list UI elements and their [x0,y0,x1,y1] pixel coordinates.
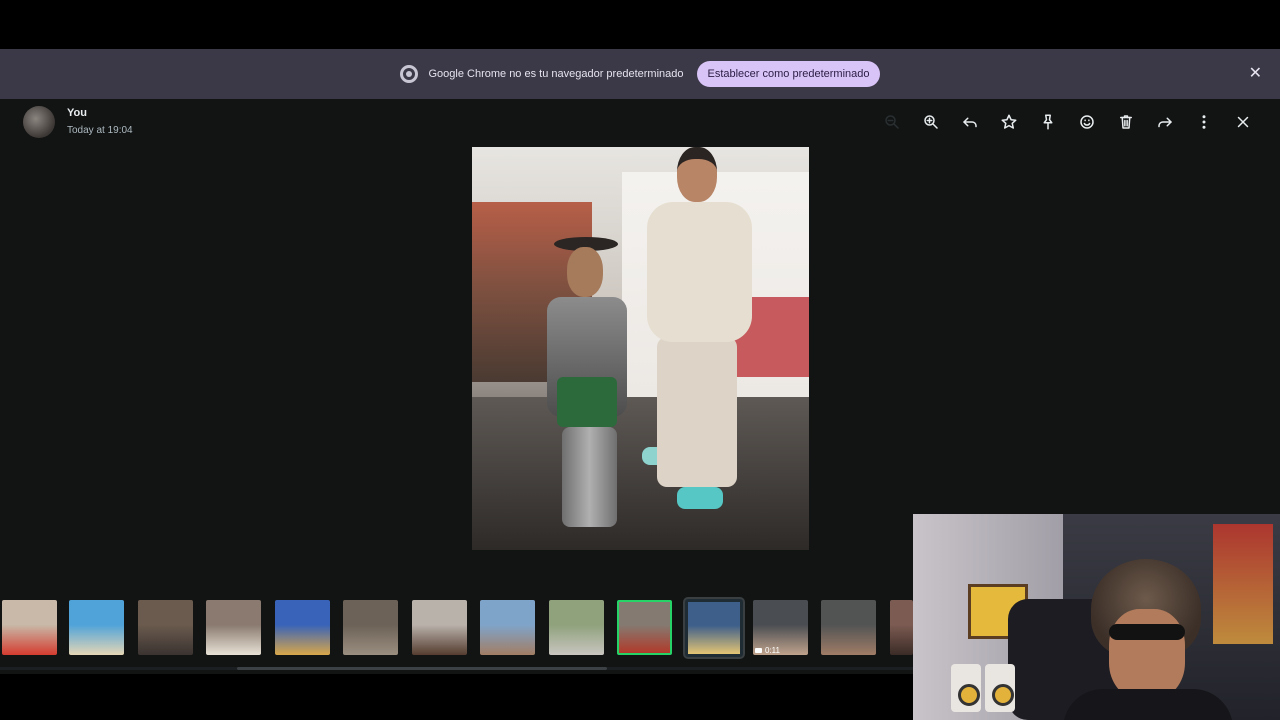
star-icon [1001,114,1016,129]
reply-button[interactable] [950,111,989,133]
message-timestamp: Today at 19:04 [67,125,133,136]
chrome-icon [400,65,419,83]
avatar[interactable] [23,106,55,138]
pin-icon [1043,114,1052,130]
thumbnail-image [275,600,330,655]
thumbnail-image [549,600,604,655]
media-thumbnail[interactable] [480,600,535,655]
forward-button[interactable] [1145,111,1184,133]
infobar-close-icon[interactable]: ✕ [1249,66,1262,82]
photo-statue [532,237,642,527]
media-thumbnail[interactable] [343,600,398,655]
thumbnail-image [412,600,467,655]
thumbnail-image [890,600,913,655]
thumbnail-scrollbar[interactable] [237,667,607,670]
thumbnail-image [138,600,193,655]
zoom-in-button[interactable] [911,111,950,133]
thumbnail-strip: 0:11 [0,589,913,669]
more-icon [1202,115,1205,129]
photo-person [632,147,762,527]
main-photo[interactable] [472,147,809,550]
media-thumbnail[interactable]: 0:11 [753,600,808,655]
infobar-message: Google Chrome no es tu navegador predete… [428,68,684,80]
media-thumbnail[interactable] [821,600,876,655]
pin-button[interactable] [1028,111,1067,133]
thumbnail-image [480,600,535,655]
thumbnail-image [821,600,876,655]
media-thumbnail[interactable] [2,600,57,655]
media-thumbnail[interactable] [683,597,745,659]
video-duration-badge: 0:11 [755,646,780,655]
viewer-toolbar [872,111,1262,133]
media-thumbnail[interactable] [412,600,467,655]
set-default-button[interactable]: Establecer como predeterminado [697,61,880,87]
star-button[interactable] [989,111,1028,133]
media-thumbnail[interactable] [549,600,604,655]
media-thumbnail[interactable] [138,600,193,655]
reply-icon [962,117,977,128]
video-duration-label: 0:11 [765,646,780,655]
sender-name: You [67,107,87,119]
thumbnail-image [688,602,740,654]
more-options-button[interactable] [1184,111,1223,133]
delete-icon [1119,115,1132,129]
media-thumbnail[interactable] [275,600,330,655]
viewer-header: You Today at 19:04 [0,99,1280,147]
media-thumbnail[interactable] [890,600,913,655]
close-viewer-button[interactable] [1223,111,1262,133]
react-button[interactable] [1067,111,1106,133]
zoom-out-button [872,111,911,133]
default-browser-infobar: Google Chrome no es tu navegador predete… [0,49,1280,99]
delete-button[interactable] [1106,111,1145,133]
emoji-icon [1079,115,1094,129]
thumbnail-image [2,600,57,655]
thumbnail-image [343,600,398,655]
thumbnail-image [619,602,670,653]
zoom-out-icon [884,115,899,129]
streamer-webcam-overlay [913,514,1280,720]
media-thumbnail[interactable] [617,600,672,655]
media-thumbnail[interactable] [69,600,124,655]
forward-icon [1157,117,1172,128]
video-camera-icon [755,648,762,653]
thumbnail-image [206,600,261,655]
thumbnail-image [69,600,124,655]
close-icon [1237,116,1248,128]
zoom-in-icon [923,115,938,129]
media-thumbnail[interactable] [206,600,261,655]
screen-top-bar [0,0,1280,49]
